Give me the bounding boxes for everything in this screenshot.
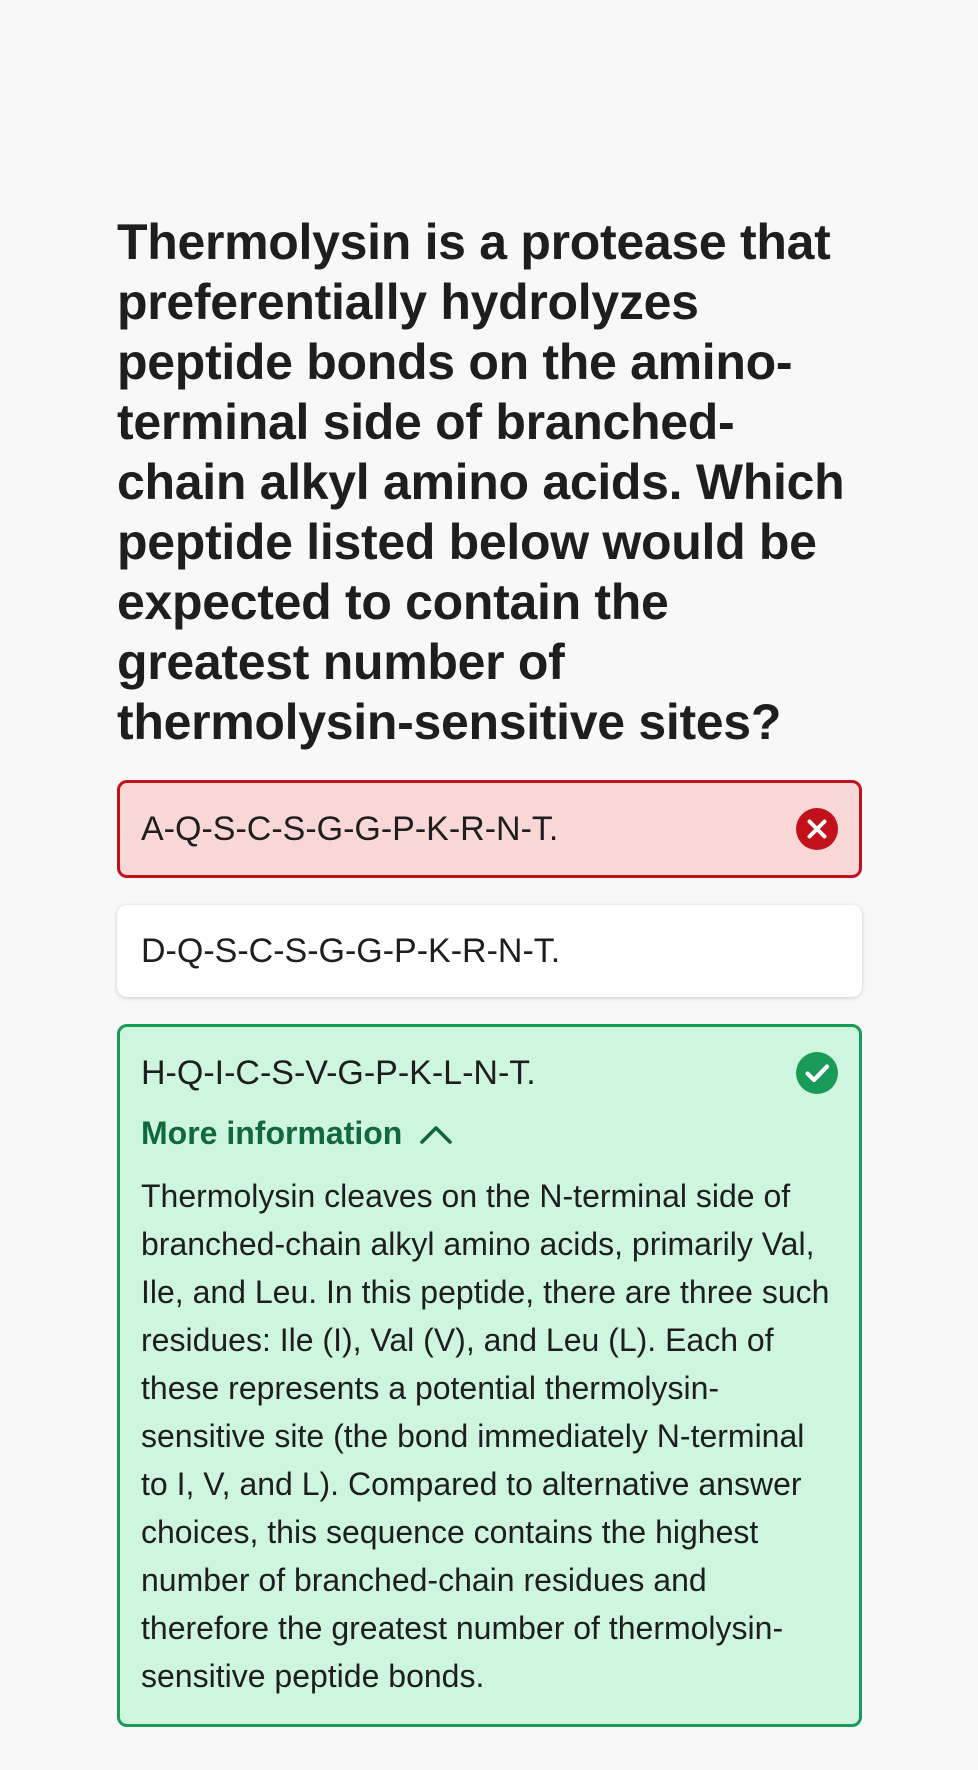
more-information-label: More information xyxy=(141,1115,403,1151)
x-circle-icon xyxy=(796,808,838,850)
answer-options: A-Q-S-C-S-G-G-P-K-R-N-T. D-Q-S-C-S-G-G-P… xyxy=(117,780,862,1727)
check-circle-icon xyxy=(796,1052,838,1094)
answer-option-row: H-Q-I-C-S-V-G-P-K-L-N-T. xyxy=(141,1027,838,1119)
answer-option-label: D-Q-S-C-S-G-G-P-K-R-N-T. xyxy=(141,932,561,970)
more-information-toggle[interactable]: More information xyxy=(141,1115,838,1152)
answer-option-label: H-Q-I-C-S-V-G-P-K-L-N-T. xyxy=(141,1054,536,1092)
answer-option-row: A-Q-S-C-S-G-G-P-K-R-N-T. xyxy=(141,783,838,875)
explanation-text: Thermolysin cleaves on the N-terminal si… xyxy=(141,1178,830,1694)
answer-option-2[interactable]: D-Q-S-C-S-G-G-P-K-R-N-T. xyxy=(117,905,862,997)
answer-option-label: A-Q-S-C-S-G-G-P-K-R-N-T. xyxy=(141,810,559,848)
answer-option-1-incorrect[interactable]: A-Q-S-C-S-G-G-P-K-R-N-T. xyxy=(117,780,862,878)
chevron-up-icon xyxy=(420,1125,453,1144)
quiz-card: Thermolysin is a protease that preferent… xyxy=(117,212,862,1754)
answer-option-3-correct[interactable]: H-Q-I-C-S-V-G-P-K-L-N-T. More informatio… xyxy=(117,1024,862,1727)
answer-option-row: D-Q-S-C-S-G-G-P-K-R-N-T. xyxy=(141,905,838,997)
question-text: Thermolysin is a protease that preferent… xyxy=(117,214,845,750)
